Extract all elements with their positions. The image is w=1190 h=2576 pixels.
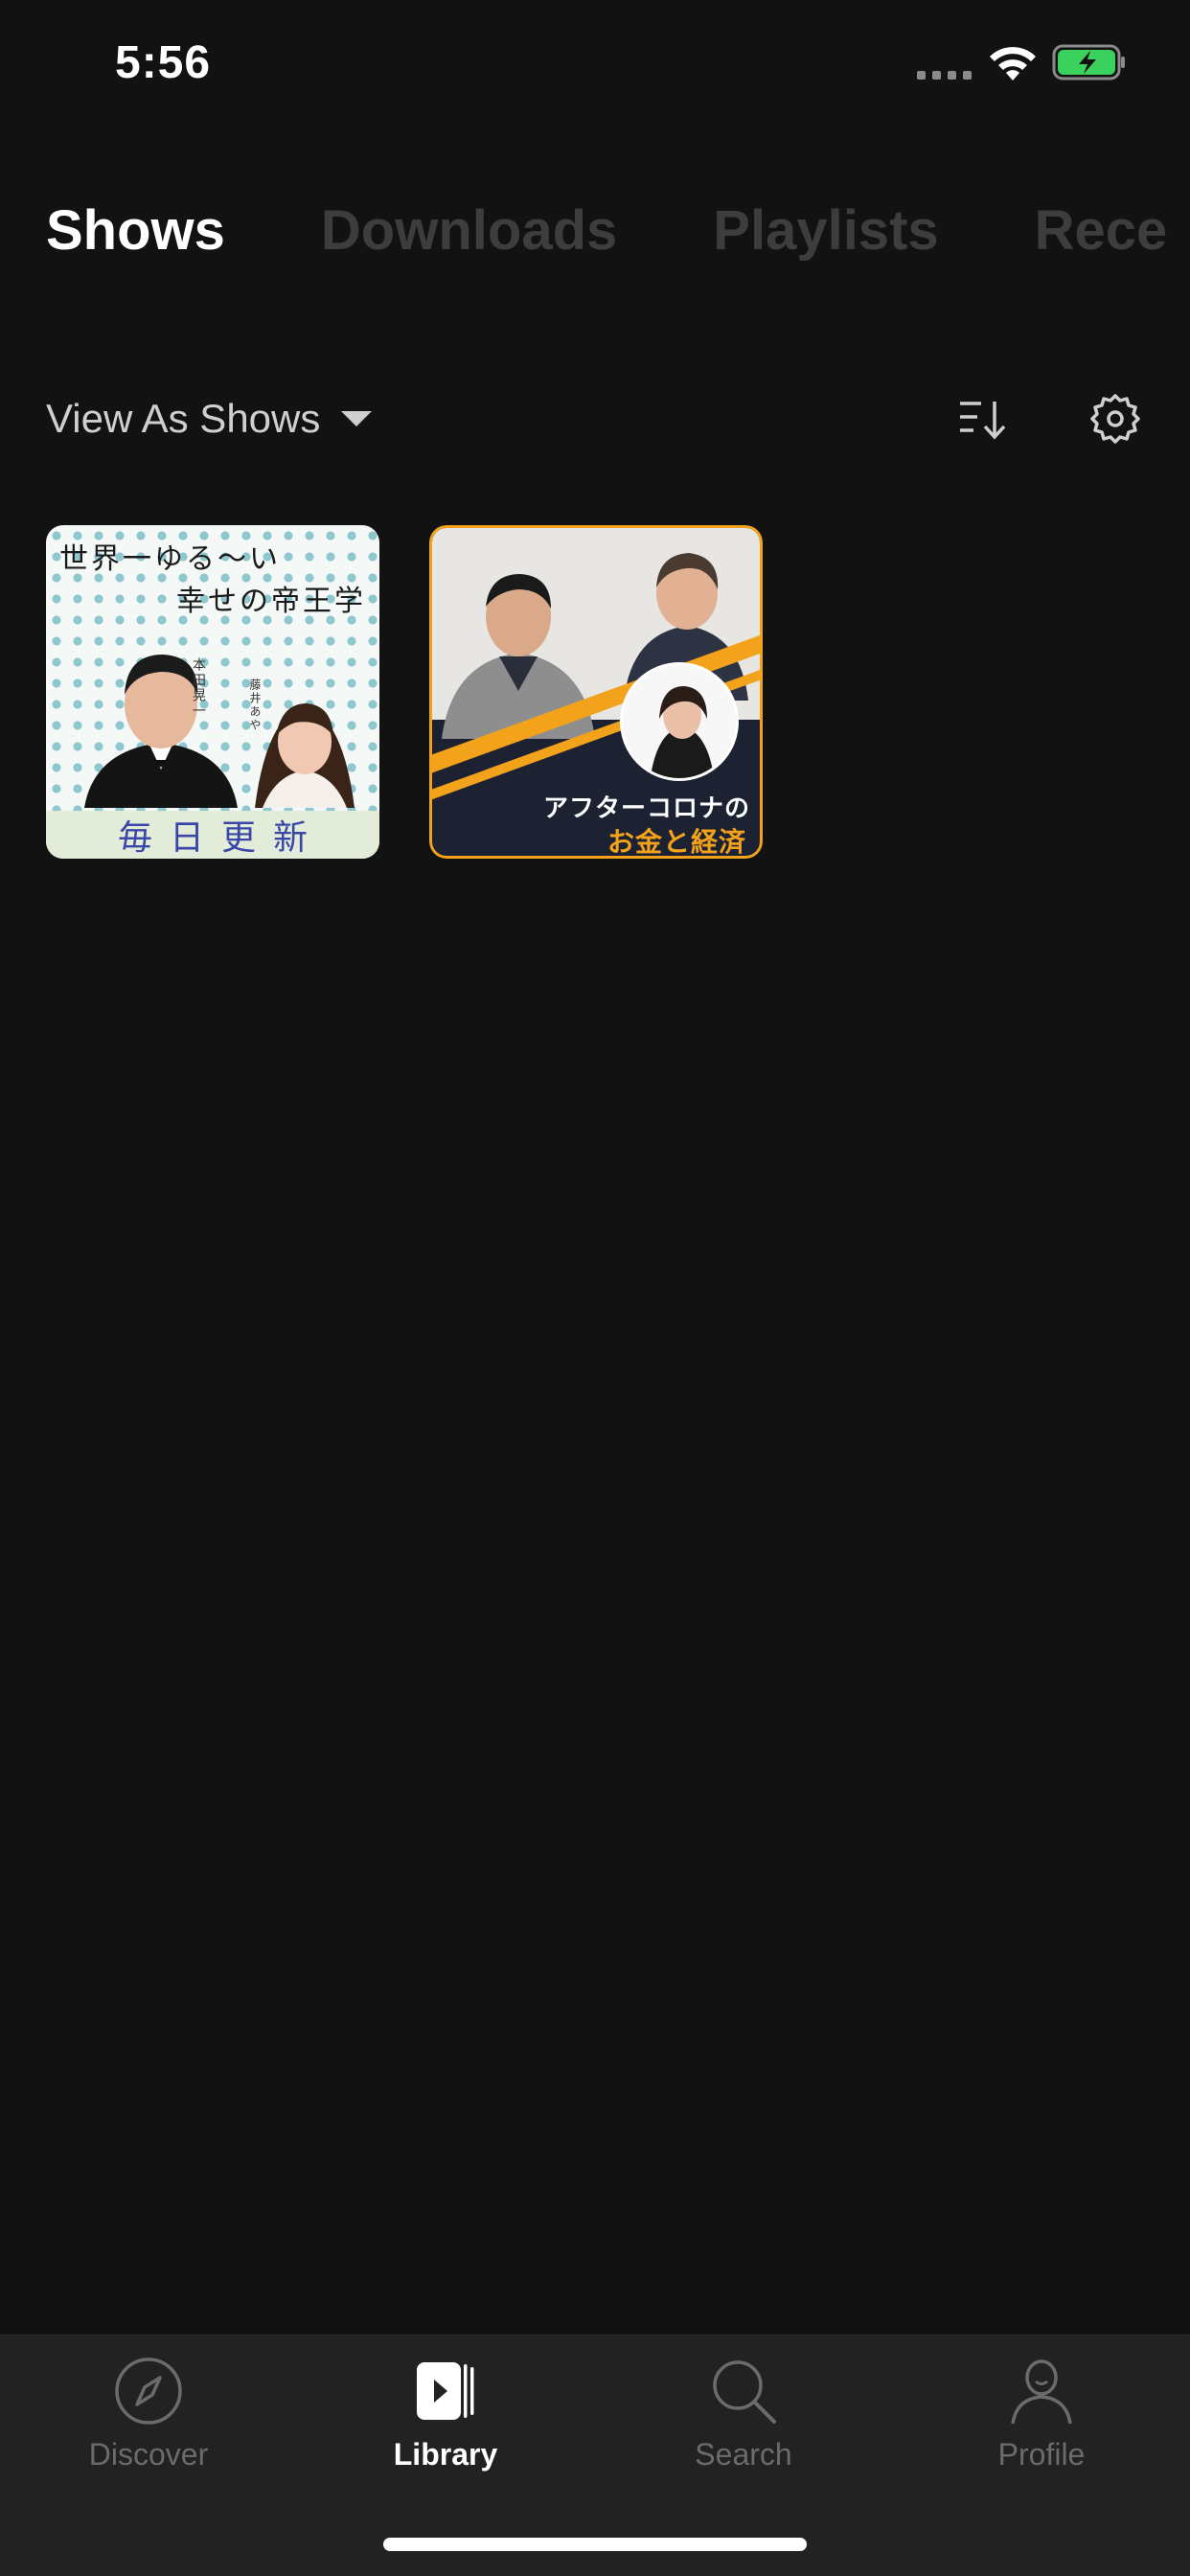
show-artwork-subtitle: お金と経済 — [606, 826, 746, 858]
library-screen: 5:56 Shows Downloads Playlists Rece View… — [0, 0, 1190, 2576]
show-artwork-title: アフターコロナの — [542, 794, 750, 823]
show-artwork-title: 世界一ゆる〜い 幸せの帝王学 — [59, 542, 366, 618]
wifi-icon — [990, 47, 1036, 80]
nav-search[interactable]: Search — [629, 2355, 858, 2508]
shows-grid: 世界一ゆる〜い 幸せの帝王学 本田晃一 藤井あや 毎日更新 アフターコロナの お… — [46, 525, 763, 859]
chevron-down-icon — [341, 411, 373, 426]
nav-label: Search — [695, 2437, 792, 2472]
profile-icon — [1011, 2359, 1072, 2425]
show-card[interactable]: アフターコロナの お金と経済 — [429, 525, 763, 859]
host-photo-man — [84, 655, 238, 808]
home-indicator[interactable] — [383, 2538, 807, 2551]
nav-label: Profile — [997, 2437, 1086, 2472]
view-as-label: View As Shows — [46, 396, 321, 441]
search-icon — [713, 2360, 776, 2424]
host-photo-woman — [620, 662, 739, 781]
tab-downloads[interactable]: Downloads — [321, 198, 617, 263]
tab-shows[interactable]: Shows — [46, 198, 225, 263]
tab-playlists[interactable]: Playlists — [713, 198, 938, 263]
cellular-signal-icon — [917, 71, 972, 80]
view-as-dropdown[interactable]: View As Shows — [46, 396, 373, 442]
nav-label: Library — [393, 2437, 498, 2472]
nav-library[interactable]: Library — [331, 2355, 561, 2508]
show-card[interactable]: 世界一ゆる〜い 幸せの帝王学 本田晃一 藤井あや 毎日更新 — [46, 525, 379, 859]
tab-recent[interactable]: Rece — [1035, 198, 1168, 263]
show-artwork: アフターコロナの お金と経済 — [429, 525, 763, 859]
gear-icon[interactable] — [1088, 392, 1142, 446]
show-artwork-banner: 毎日更新 — [46, 811, 379, 859]
nav-profile[interactable]: Profile — [927, 2355, 1156, 2508]
host-name: 藤井あや — [248, 678, 262, 732]
status-bar: 5:56 — [0, 0, 1190, 134]
sort-icon[interactable] — [956, 396, 1010, 444]
library-icon — [417, 2362, 474, 2420]
nav-discover[interactable]: Discover — [34, 2355, 263, 2508]
view-options-row: View As Shows — [46, 388, 1144, 455]
status-time: 5:56 — [115, 37, 212, 88]
nav-label: Discover — [88, 2437, 209, 2472]
host-name: 本田晃一 — [192, 657, 207, 719]
compass-icon — [115, 2358, 182, 2425]
show-artwork: 世界一ゆる〜い 幸せの帝王学 本田晃一 藤井あや 毎日更新 — [46, 525, 379, 859]
library-tabs: Shows Downloads Playlists Rece — [46, 192, 1190, 268]
battery-charging-icon — [1052, 44, 1125, 80]
